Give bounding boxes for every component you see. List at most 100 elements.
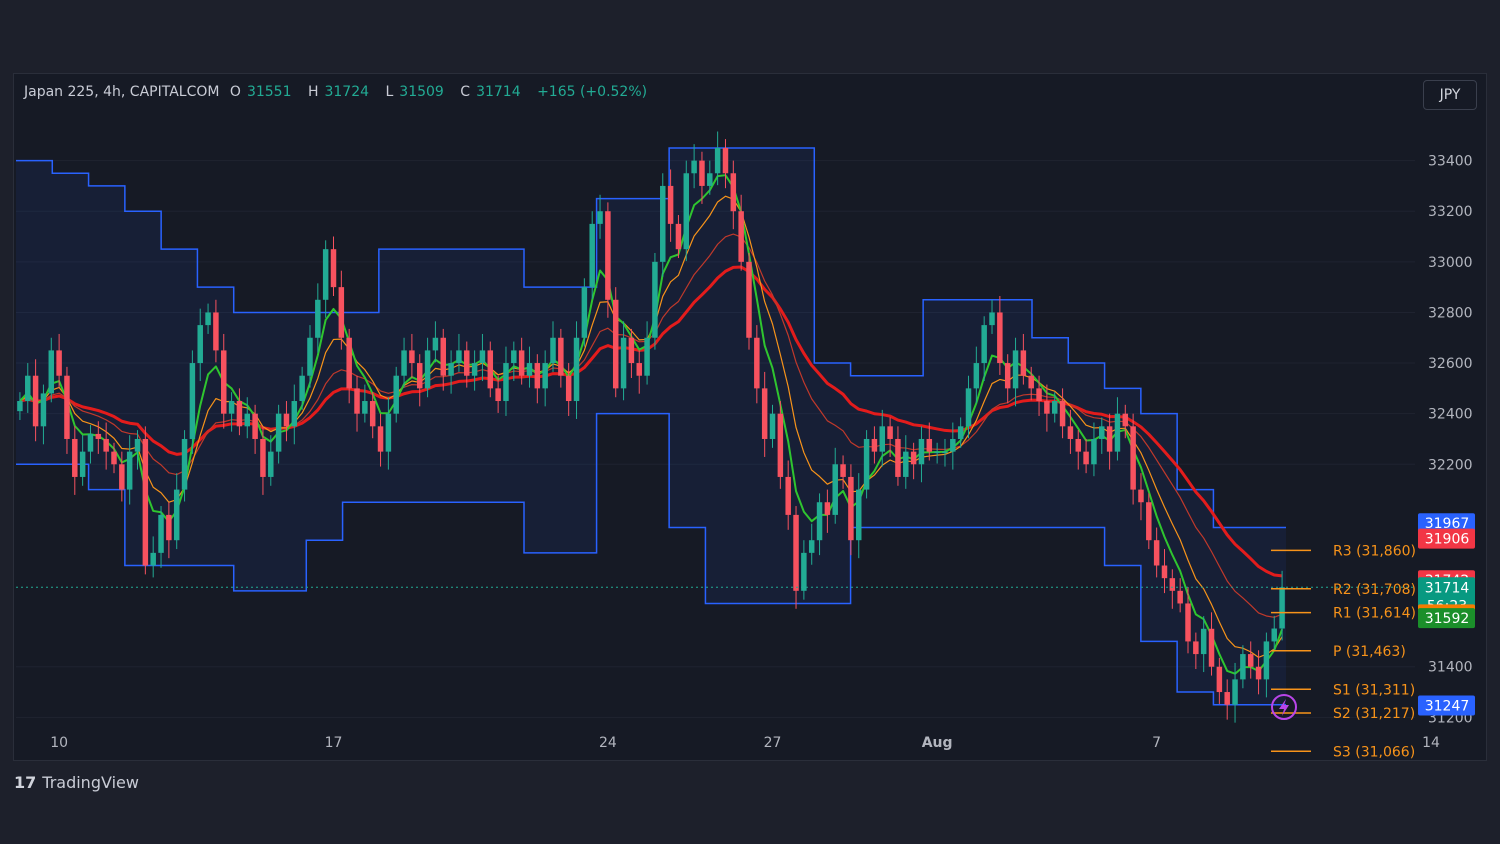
candle-body <box>589 223 595 288</box>
candle-body <box>1224 692 1230 705</box>
pivot-label: S3 (31,066) <box>1333 744 1415 760</box>
candle-body <box>299 375 305 402</box>
candle-body <box>338 287 345 338</box>
candle-body <box>691 160 697 174</box>
candle-body <box>973 363 980 389</box>
candle-body <box>150 552 156 566</box>
candle-body <box>1075 438 1081 452</box>
candle-body <box>158 514 164 553</box>
change-value: +165 (+0.52%) <box>537 84 648 100</box>
currency-button[interactable]: JPY <box>1423 80 1477 110</box>
candle-body <box>268 451 274 477</box>
candle-body <box>346 337 352 389</box>
candle-body <box>526 363 533 376</box>
candle-body <box>863 438 870 490</box>
candle-body <box>416 363 423 389</box>
candle-body <box>1106 426 1113 452</box>
candle-body <box>573 337 580 402</box>
candle-body <box>558 337 564 376</box>
candle-body <box>957 426 964 439</box>
channel-fill <box>16 147 1286 705</box>
candle-body <box>48 350 55 394</box>
candle-body <box>675 223 682 250</box>
candle-body <box>1208 628 1215 667</box>
candle-body <box>228 401 235 414</box>
candle-body <box>542 363 548 389</box>
candle-body <box>746 261 752 338</box>
tradingview-branding[interactable]: 17 TradingView <box>14 773 139 792</box>
candle-body <box>1279 587 1285 629</box>
candle-body <box>111 451 117 465</box>
candle-body <box>1263 641 1270 680</box>
close-label: C <box>460 84 471 100</box>
candle-body <box>989 312 995 326</box>
candle-body <box>683 173 690 250</box>
candle-body <box>824 502 831 515</box>
candle-body <box>1200 628 1207 655</box>
candle-body <box>291 401 298 427</box>
y-tick-label: 32400 <box>1428 407 1473 423</box>
candle-body <box>487 350 494 389</box>
candle-body <box>448 363 454 376</box>
y-tick-label: 32200 <box>1428 457 1473 473</box>
x-tick-label: Aug <box>922 735 953 751</box>
candle-body <box>667 185 674 224</box>
candle-body <box>471 363 478 376</box>
candle-body <box>244 413 251 427</box>
price-chart[interactable]: 33400 33200 33000 32800 32600 32400 32200 31400… <box>0 0 1500 844</box>
candle-body <box>173 489 180 541</box>
candle-body <box>1012 350 1019 389</box>
pivot-label: R3 (31,860) <box>1333 543 1416 559</box>
candle-body <box>103 438 109 452</box>
candle-body <box>754 337 760 389</box>
pivot-label: S1 (31,311) <box>1333 682 1415 698</box>
candle-body <box>495 388 501 402</box>
candle-body <box>142 438 149 566</box>
candle-body <box>432 337 439 351</box>
candle-body <box>550 337 556 364</box>
candle-body <box>722 147 729 174</box>
candle-body <box>79 451 86 477</box>
candle-body <box>1177 590 1183 604</box>
candle-body <box>1036 388 1042 402</box>
candle-body <box>1240 654 1246 680</box>
candle-body <box>205 312 211 326</box>
candle-body <box>738 211 744 262</box>
candle-body <box>628 337 635 364</box>
candle-body <box>644 337 650 376</box>
candle-body <box>981 325 987 364</box>
legend-header: Japan 225, 4h, CAPITALCOM O 31551 H 31724 … <box>24 84 653 100</box>
candle-body <box>95 433 102 439</box>
candle-body <box>464 350 470 376</box>
candle-body <box>871 438 878 452</box>
pivot-label: R1 (31,614) <box>1333 606 1416 622</box>
candle-body <box>1004 363 1011 389</box>
candle-body <box>597 211 603 224</box>
y-tick-label: 31400 <box>1428 660 1473 676</box>
tradingview-name: TradingView <box>42 773 139 792</box>
symbol-label: Japan 225, 4h, CAPITALCOM <box>24 84 220 100</box>
tradingview-logo-icon: 17 <box>14 773 37 792</box>
candle-body <box>1185 603 1191 642</box>
x-tick-label: 24 <box>599 735 617 751</box>
candle-body <box>997 312 1003 364</box>
candle-body <box>808 540 815 553</box>
candle-body <box>895 438 901 477</box>
candle-body <box>707 173 713 186</box>
close-value: 31714 <box>476 84 521 100</box>
pivot-label: S2 (31,217) <box>1333 706 1415 722</box>
candle-body <box>1271 628 1277 642</box>
candle-body <box>769 413 776 439</box>
candle-body <box>1247 654 1254 667</box>
y-tick-label: 33000 <box>1428 255 1473 271</box>
candle-body <box>652 261 658 338</box>
candle-body <box>518 350 525 376</box>
candle-body <box>354 388 360 414</box>
price-tag-label: 31592 <box>1425 611 1470 627</box>
candle-body <box>1193 641 1199 655</box>
x-tick-label: 7 <box>1152 735 1161 751</box>
candle-body <box>197 325 203 364</box>
candle-body <box>1232 679 1238 705</box>
candle-body <box>1255 666 1262 680</box>
candle-body <box>1138 489 1144 503</box>
